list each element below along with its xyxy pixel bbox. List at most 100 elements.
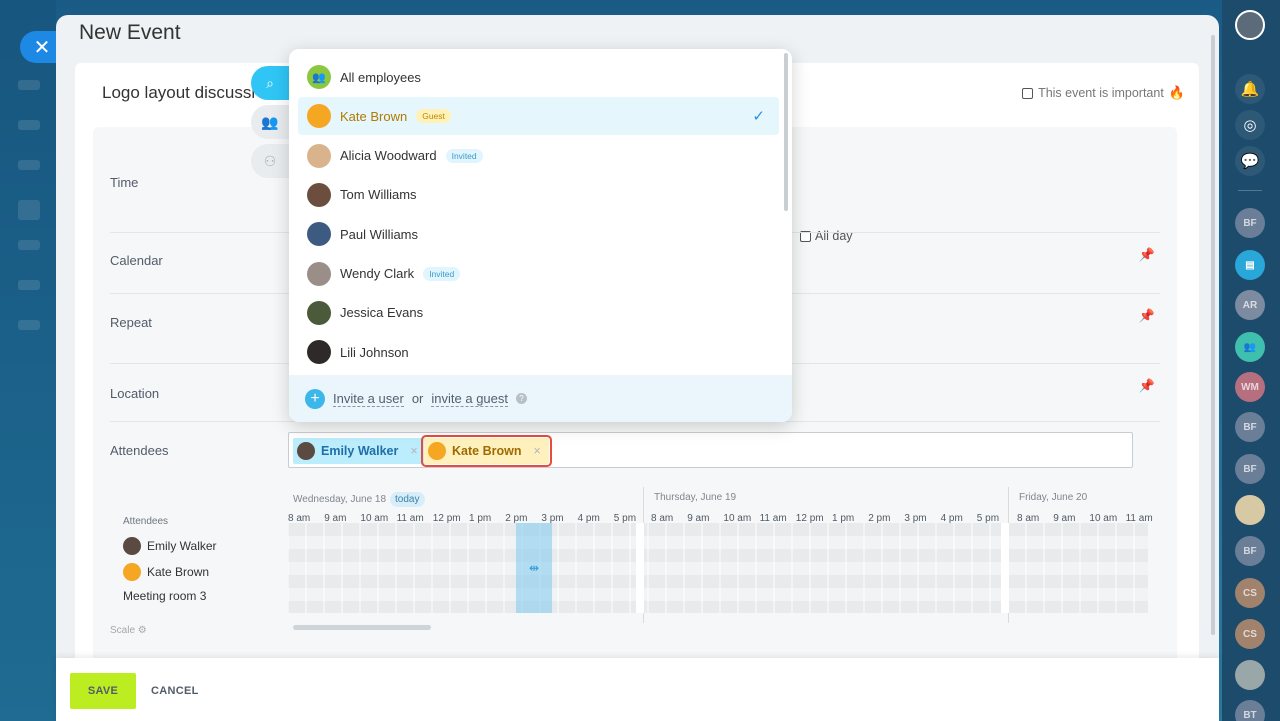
option-label: Jessica Evans bbox=[340, 305, 424, 321]
group-icon[interactable]: 👥 bbox=[1235, 332, 1265, 362]
scale-control[interactable]: Scale ⚙ bbox=[110, 625, 147, 636]
pin-icon[interactable]: 📌 bbox=[1139, 247, 1155, 263]
page-title: New Event bbox=[79, 21, 181, 44]
location-label: Location bbox=[110, 386, 160, 401]
invite-user-link[interactable]: Invite a user bbox=[333, 391, 404, 407]
important-checkbox[interactable]: This event is important 🔥 bbox=[1022, 85, 1185, 101]
attendee-option[interactable]: Lili Johnson bbox=[298, 333, 779, 371]
chip-label: Kate Brown bbox=[452, 444, 522, 458]
planner-room: Meeting room 3 bbox=[123, 589, 206, 603]
pin-icon[interactable]: 📌 bbox=[1139, 308, 1155, 324]
dropdown-scrollbar[interactable] bbox=[784, 53, 788, 211]
event-name-input[interactable]: Logo layout discussi bbox=[102, 83, 255, 103]
important-label: This event is important bbox=[1038, 86, 1164, 100]
day-label: Friday, June 20 bbox=[1019, 492, 1088, 503]
option-label: All employees bbox=[340, 69, 421, 85]
option-label: Paul Williams bbox=[340, 226, 419, 242]
avatar bbox=[307, 300, 331, 325]
person-name: Emily Walker bbox=[147, 539, 217, 553]
search-tab-icon[interactable]: ⌕ bbox=[251, 66, 289, 100]
rail-avatar[interactable]: BF bbox=[1235, 412, 1265, 442]
rail-avatar[interactable]: BF bbox=[1235, 454, 1265, 484]
rail-avatar[interactable]: AR bbox=[1235, 290, 1265, 320]
checkbox-icon[interactable] bbox=[1022, 87, 1034, 99]
users-tab-icon[interactable]: 👥 bbox=[251, 105, 289, 139]
attendee-option[interactable]: Paul Williams bbox=[298, 215, 779, 253]
avatar bbox=[307, 182, 331, 207]
day-header: Wednesday, June 18 today bbox=[293, 492, 425, 507]
attendee-option[interactable]: Kate Brown Guest ✓ bbox=[298, 97, 779, 136]
pin-icon[interactable]: 📌 bbox=[1139, 378, 1155, 394]
dropdown-footer: + Invite a user or invite a guest ? bbox=[289, 375, 792, 422]
guest-avatar-icon bbox=[307, 104, 331, 129]
chat-icon[interactable]: ▤ bbox=[1235, 250, 1265, 280]
calendar-label: Calendar bbox=[110, 253, 163, 268]
attendee-option[interactable]: Wendy Clark Invited bbox=[298, 255, 779, 293]
attendee-option[interactable]: Tom Williams bbox=[298, 176, 779, 214]
avatar bbox=[307, 261, 331, 286]
option-label: Wendy Clark bbox=[340, 266, 415, 281]
rail-avatar[interactable]: BF bbox=[1235, 536, 1265, 566]
target-icon[interactable]: ◎ bbox=[1235, 110, 1265, 140]
invite-guest-link[interactable]: invite a guest bbox=[431, 391, 508, 407]
time-label: Time bbox=[110, 175, 139, 190]
left-sidebar-blurred bbox=[0, 0, 56, 721]
cancel-button[interactable]: CANCEL bbox=[151, 685, 199, 697]
avatar bbox=[307, 222, 331, 247]
rail-photo-avatar[interactable] bbox=[1235, 660, 1265, 690]
all-employees-option[interactable]: 👥 All employees bbox=[298, 58, 779, 96]
attendee-option[interactable]: Alicia Woodward Invited bbox=[298, 137, 779, 175]
current-user-avatar[interactable] bbox=[1235, 10, 1265, 40]
rail-photo-avatar[interactable] bbox=[1235, 495, 1265, 525]
today-badge: today bbox=[390, 492, 425, 507]
room-name: Meeting room 3 bbox=[123, 589, 207, 603]
save-button[interactable]: SAVE bbox=[70, 673, 136, 709]
status-badge: Invited bbox=[445, 148, 483, 163]
attendee-selector-dropdown: 👥 All employees Kate Brown Guest ✓ Alicia Woo… bbox=[289, 49, 792, 422]
status-badge: Invited bbox=[423, 266, 461, 281]
attendee-option[interactable]: Jessica Evans bbox=[298, 294, 779, 332]
rail-avatar[interactable]: CS bbox=[1235, 619, 1265, 649]
help-icon[interactable]: ? bbox=[516, 393, 527, 404]
repeat-label: Repeat bbox=[110, 315, 152, 330]
check-icon: ✓ bbox=[752, 108, 765, 126]
attendees-label: Attendees bbox=[110, 443, 169, 458]
departments-tab-icon[interactable]: ⚇ bbox=[251, 144, 289, 178]
group-icon: 👥 bbox=[307, 65, 331, 89]
planner-person: Kate Brown bbox=[123, 563, 209, 581]
avatar bbox=[307, 340, 331, 365]
selected-time-slot[interactable]: ⇹ bbox=[516, 523, 552, 613]
chat-search-icon[interactable]: 💬 bbox=[1235, 146, 1265, 176]
panel-scrollbar[interactable] bbox=[1211, 35, 1215, 635]
option-label: Tom Williams bbox=[340, 187, 417, 203]
guest-avatar-icon bbox=[123, 563, 141, 581]
planner-grid[interactable] bbox=[288, 523, 1148, 613]
scale-label: Scale bbox=[110, 625, 136, 636]
plus-icon[interactable]: + bbox=[305, 388, 325, 409]
attendee-chip[interactable]: Emily Walker × bbox=[293, 438, 426, 464]
or-text: or bbox=[411, 391, 424, 406]
gear-icon[interactable]: ⚙ bbox=[138, 625, 147, 636]
avatar bbox=[123, 537, 141, 555]
day-header: Friday, June 20 bbox=[1019, 492, 1087, 503]
rail-avatar[interactable]: BT bbox=[1235, 700, 1265, 721]
attendee-chip-highlighted[interactable]: Kate Brown × bbox=[421, 435, 552, 467]
avatar bbox=[297, 442, 315, 460]
day-header: Thursday, June 19 bbox=[654, 492, 736, 503]
day-label: Wednesday, June 18 bbox=[293, 494, 387, 505]
option-label: Kate Brown bbox=[340, 108, 408, 124]
planner-attendees-title: Attendees bbox=[123, 516, 169, 527]
rail-avatar[interactable]: WM bbox=[1235, 372, 1265, 402]
rail-avatar[interactable]: BF bbox=[1235, 208, 1265, 238]
option-label: Lili Johnson bbox=[340, 344, 409, 360]
rail-avatar[interactable]: CS bbox=[1235, 578, 1265, 608]
planner-scrollbar[interactable] bbox=[293, 625, 431, 630]
flame-icon: 🔥 bbox=[1168, 85, 1185, 100]
close-slider-button[interactable]: ✕ bbox=[20, 31, 60, 63]
bell-icon[interactable]: 🔔 bbox=[1235, 74, 1265, 104]
attendees-input[interactable]: Emily Walker × Kate Brown × bbox=[288, 432, 1133, 468]
chip-label: Emily Walker bbox=[321, 444, 399, 458]
remove-icon[interactable]: × bbox=[410, 444, 417, 458]
remove-icon[interactable]: × bbox=[533, 444, 540, 458]
person-name: Kate Brown bbox=[147, 565, 210, 579]
